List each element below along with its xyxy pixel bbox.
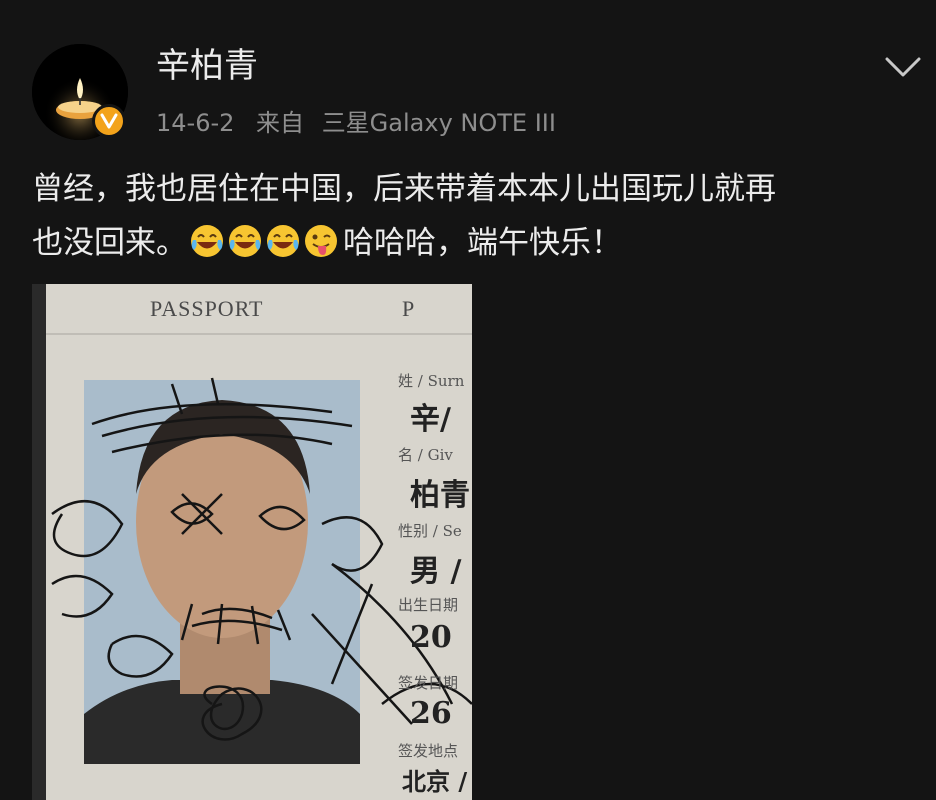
sex-value: 男 / M <box>410 554 472 589</box>
given-name-label: 名 / Giv <box>398 446 453 464</box>
place-of-issue-label: 签发地点 <box>398 742 459 760</box>
passport-header-label: PASSPORT <box>150 296 264 321</box>
chevron-down-icon[interactable] <box>884 54 922 80</box>
passport-photo-image <box>32 284 472 800</box>
dob-value: 20 <box>410 620 452 655</box>
source-device[interactable]: 三星Galaxy NOTE III <box>322 109 556 137</box>
post-date: 14-6-2 <box>156 109 235 137</box>
given-name-value: 柏青 <box>410 478 470 513</box>
laugh-cry-emoji-icon <box>189 223 225 259</box>
laugh-cry-emoji-icon <box>265 223 301 259</box>
post-text-line-2-start: 也没回来。 <box>32 225 187 261</box>
source-label: 来自 <box>256 109 305 137</box>
passport-type-code: P <box>402 296 415 321</box>
post-text-line-1: 曾经，我也居住在中国，后来带着本本儿出国玩儿就再 <box>32 171 776 207</box>
issue-date-label: 签发日期 <box>398 674 459 692</box>
emoji-row <box>189 223 341 259</box>
username[interactable]: 辛柏青 <box>156 46 258 86</box>
surname-value: 辛/ <box>410 402 451 437</box>
tongue-wink-emoji-icon <box>303 223 339 259</box>
verified-badge-icon <box>92 104 126 138</box>
post-text-line-2-end: 哈哈哈，端午快乐！ <box>343 225 622 261</box>
surname-label: 姓 / Surn <box>398 372 465 390</box>
dob-label: 出生日期 <box>398 596 459 614</box>
issue-date-value: 26 <box>410 696 452 731</box>
post-meta: 14-6-2 来自 三星Galaxy NOTE III <box>156 107 570 139</box>
laugh-cry-emoji-icon <box>227 223 263 259</box>
sex-label: 性别 / Se <box>398 522 462 540</box>
post-text-line-2: 也没回来。 哈哈哈，端午快乐！ <box>32 216 912 270</box>
post-photo[interactable]: PASSPORT P 姓 / Surn 辛/ 名 / Giv 柏青 性别 / S… <box>32 284 472 800</box>
post-text: 曾经，我也居住在中国，后来带着本本儿出国玩儿就再 也没回来。 哈哈哈，端午快乐！ <box>32 162 912 270</box>
place-of-issue-value: 北京 / <box>402 767 468 796</box>
